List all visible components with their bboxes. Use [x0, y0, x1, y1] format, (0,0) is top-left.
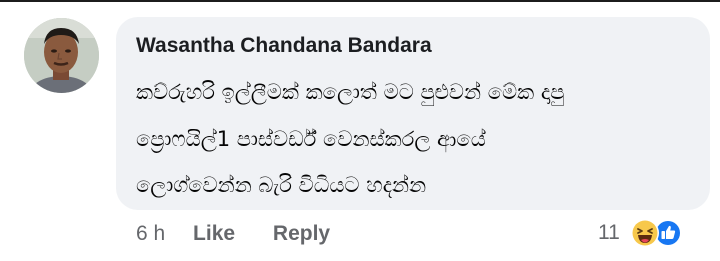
comment-text-line: කව්රුහරි ඉල්ලීමක් කලොත් මට පුළුවන් මේක ද… [136, 80, 565, 104]
author-name[interactable]: Wasantha Chandana Bandara [136, 34, 432, 58]
comment-actions: 6 h Like Reply [136, 222, 330, 246]
avatar[interactable] [24, 18, 99, 93]
reply-button[interactable]: Reply [273, 222, 330, 246]
comment-card: Wasantha Chandana Bandara කව්රුහරි ඉල්ලී… [0, 0, 720, 261]
timestamp[interactable]: 6 h [136, 222, 165, 246]
reaction-count: 11 [598, 221, 620, 244]
like-button[interactable]: Like [193, 222, 235, 246]
avatar-image [24, 18, 99, 93]
comment-text-line: ප්‍රොෆයිල්1 පාස්වර්ඩ් වෙනස්කරල ආයේ [136, 127, 486, 151]
comment-text-line: ලොග්වෙන්න බැරි විධියට හදන්න [136, 173, 427, 197]
haha-reaction-icon [631, 219, 660, 247]
divider [0, 0, 720, 2]
reaction-summary[interactable]: 11 [598, 218, 686, 250]
reaction-icons [630, 218, 686, 248]
